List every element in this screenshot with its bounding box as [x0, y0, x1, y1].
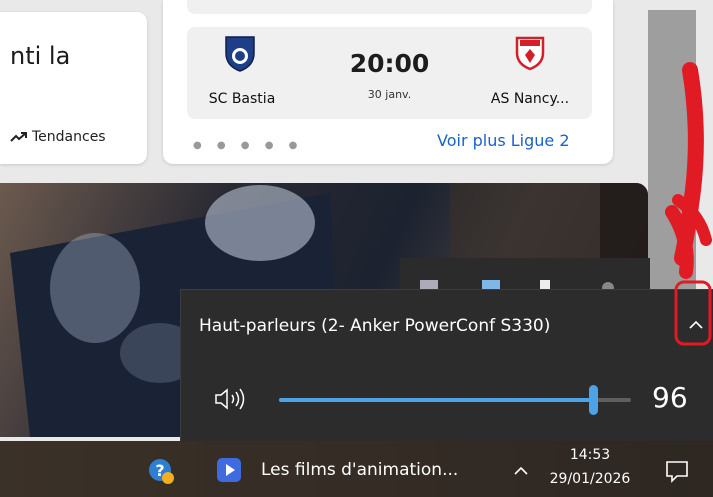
device-expand-button[interactable] [683, 312, 709, 338]
volume-value: 96 [652, 381, 688, 414]
kickoff-time: 20:00 [349, 49, 430, 78]
as-nancy-crest-icon [515, 36, 545, 71]
mute-button[interactable] [212, 386, 250, 412]
news-headline[interactable]: nti la [10, 42, 70, 70]
notification-button[interactable] [663, 457, 691, 485]
clock-date[interactable]: 29/01/2026 [548, 471, 632, 487]
help-icon: ? [149, 459, 174, 484]
media-player-icon [217, 458, 241, 482]
volume-slider-fill [279, 398, 593, 402]
notification-icon [666, 461, 688, 483]
more-ligue2-link[interactable]: Voir plus Ligue 2 [437, 131, 570, 150]
volume-slider-thumb[interactable] [589, 385, 598, 415]
trending-label: Tendances [32, 129, 106, 145]
show-hidden-icons-button[interactable] [508, 458, 534, 484]
away-team-name: AS Nancy... [490, 91, 570, 107]
carousel-pager[interactable]: ● ● ● ● ● [193, 140, 303, 151]
trending-up-icon [10, 132, 27, 142]
sc-bastia-crest-icon [225, 36, 255, 72]
home-team-name: SC Bastia [208, 91, 276, 107]
audio-device-name[interactable]: Haut-parleurs (2- Anker PowerConf S330) [199, 316, 550, 336]
speaker-icon [215, 388, 245, 410]
match-tile[interactable]: SC Bastia 20:00 30 janv. AS Nancy... [187, 27, 592, 119]
previous-match-strip [187, 0, 592, 14]
chevron-up-icon [689, 320, 703, 329]
tray-chevron-icon [514, 466, 528, 475]
trending-link[interactable]: Tendances [10, 129, 106, 145]
help-button[interactable]: ? [147, 457, 175, 485]
match-date: 30 janv. [367, 88, 412, 101]
volume-flyout [180, 289, 713, 442]
clock-time[interactable]: 14:53 [548, 447, 632, 463]
media-player-button[interactable] [216, 457, 242, 483]
media-title[interactable]: Les films d'animation... [261, 460, 458, 480]
